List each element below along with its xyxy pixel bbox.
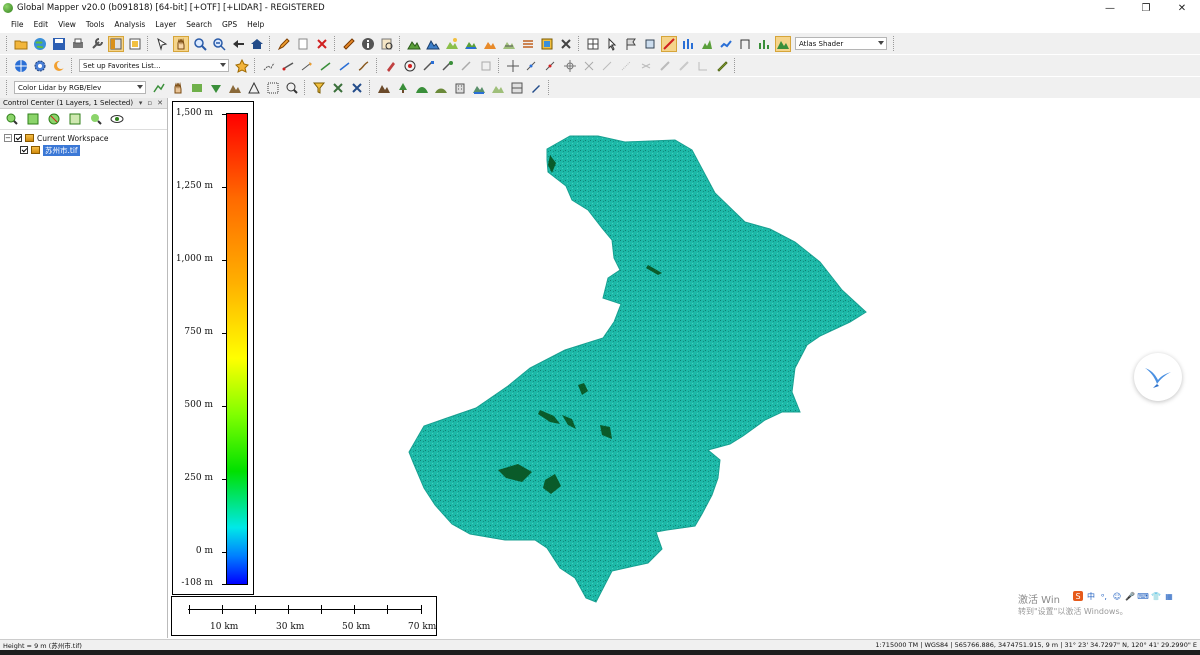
legend-label-min: -108 m	[181, 578, 213, 588]
status-height-readout: Height = 9 m (苏州市.tif)	[3, 642, 82, 650]
sogou-ime-icon[interactable]: S	[1073, 591, 1083, 601]
activation-hint: 转到"设置"以激活 Windows。	[1018, 607, 1128, 616]
scale-label-10km: 10 km	[210, 622, 239, 632]
scale-tick	[354, 605, 355, 614]
legend-tick	[222, 406, 226, 407]
scale-tick	[421, 605, 422, 614]
legend-tick	[222, 114, 226, 115]
suzhou-region-shape[interactable]	[408, 135, 867, 603]
scale-tick	[189, 605, 190, 614]
activation-watermark: 激活 Win	[1018, 595, 1060, 606]
ime-punct-icon[interactable]: ᵒ,	[1099, 591, 1109, 601]
legend-label-1000: 1,000 m	[175, 254, 213, 264]
scale-tick	[222, 605, 223, 614]
bird-icon	[1145, 368, 1171, 388]
scale-bar: 10 km 30 km 50 km 70 km	[171, 596, 437, 636]
legend-label-1500: 1,500 m	[175, 108, 213, 118]
scale-tick	[288, 605, 289, 614]
ime-voice-icon[interactable]: 🎤	[1125, 591, 1135, 601]
legend-label-500: 500 m	[184, 400, 213, 410]
scale-tick	[387, 605, 388, 614]
legend-tick	[222, 187, 226, 188]
elevation-legend: 1,500 m 1,250 m 1,000 m 750 m 500 m 250 …	[172, 101, 254, 595]
legend-label-1250: 1,250 m	[175, 181, 213, 191]
elevation-color-ramp	[226, 113, 248, 585]
status-bar: Height = 9 m (苏州市.tif) 1:715000 TM | WGS…	[0, 639, 1200, 650]
scale-label-30km: 30 km	[276, 622, 305, 632]
status-coordinate-readout: 1:715000 TM | WGS84 | 565766.886, 347475…	[875, 641, 1197, 649]
legend-label-750: 750 m	[184, 327, 213, 337]
legend-label-0: 0 m	[195, 546, 213, 556]
scale-tick	[255, 605, 256, 614]
ime-toolbar: S 中 ᵒ, ☺ 🎤 ⌨ 👕 ▦	[1073, 591, 1174, 601]
scale-tick	[321, 605, 322, 614]
legend-tick	[222, 479, 226, 480]
scale-label-70km: 70 km	[408, 622, 437, 632]
legend-tick	[222, 333, 226, 334]
legend-tick	[222, 260, 226, 261]
ime-chinese-icon[interactable]: 中	[1086, 591, 1096, 601]
ime-menu-icon[interactable]: ▦	[1164, 591, 1174, 601]
ime-keyboard-icon[interactable]: ⌨	[1137, 591, 1149, 601]
assistant-bird-button[interactable]	[1134, 353, 1182, 401]
legend-label-250: 250 m	[184, 473, 213, 483]
ime-emoji-icon[interactable]: ☺	[1112, 591, 1122, 601]
scale-label-50km: 50 km	[342, 622, 371, 632]
ime-skin-icon[interactable]: 👕	[1151, 591, 1161, 601]
legend-tick	[222, 552, 226, 553]
taskbar-strip	[0, 650, 1200, 655]
legend-tick	[222, 584, 226, 585]
